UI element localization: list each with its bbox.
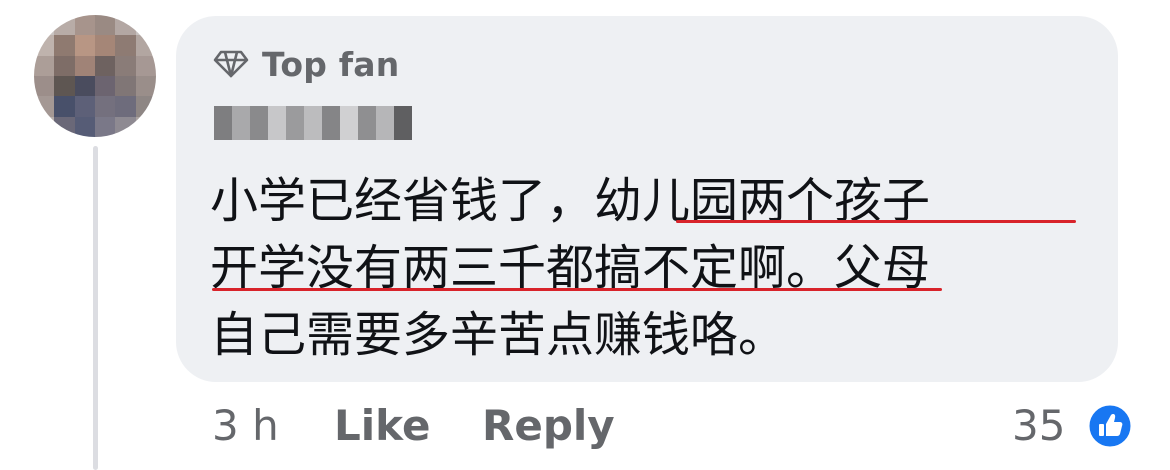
avatar-pixel bbox=[34, 55, 55, 76]
name-blur-block bbox=[304, 106, 322, 140]
red-underline-2 bbox=[212, 288, 942, 291]
avatar-pixel bbox=[74, 55, 95, 76]
avatar-pixel bbox=[135, 35, 156, 56]
name-blur-block bbox=[214, 106, 232, 140]
thumbs-up-icon[interactable] bbox=[1086, 402, 1134, 450]
name-blur-block bbox=[322, 106, 340, 140]
comment-line-3: 自己需要多辛苦点赚钱咯。 bbox=[210, 307, 787, 363]
name-blur-block bbox=[250, 106, 268, 140]
avatar-pixel bbox=[54, 15, 75, 36]
avatar-pixel bbox=[95, 116, 116, 137]
avatar-pixel bbox=[54, 116, 75, 137]
name-blur-block bbox=[358, 106, 376, 140]
avatar-pixel bbox=[95, 76, 116, 97]
avatar-pixel bbox=[54, 96, 75, 117]
avatar-pixel bbox=[34, 35, 55, 56]
avatar-pixel bbox=[74, 76, 95, 97]
name-blur-block bbox=[232, 106, 250, 140]
diamond-icon bbox=[213, 50, 249, 78]
avatar-pixel bbox=[74, 35, 95, 56]
avatar-pixel bbox=[135, 116, 156, 137]
name-blur-block bbox=[376, 106, 394, 140]
name-blur-block bbox=[286, 106, 304, 140]
commenter-name-blurred[interactable] bbox=[214, 100, 412, 140]
name-blur-block bbox=[394, 106, 412, 140]
avatar-pixel bbox=[34, 116, 55, 137]
comment-timestamp[interactable]: 3 h bbox=[212, 401, 279, 450]
avatar-pixel bbox=[115, 116, 136, 137]
avatar-pixel bbox=[34, 96, 55, 117]
avatar-pixel bbox=[115, 35, 136, 56]
name-blur-block bbox=[268, 106, 286, 140]
avatar-pixel bbox=[54, 55, 75, 76]
avatar-pixel bbox=[54, 76, 75, 97]
avatar-pixel bbox=[115, 55, 136, 76]
avatar-pixel bbox=[135, 96, 156, 117]
avatar-pixel bbox=[95, 15, 116, 36]
badge-label: Top fan bbox=[262, 44, 400, 84]
avatar-pixel bbox=[135, 76, 156, 97]
commenter-avatar[interactable] bbox=[34, 15, 156, 137]
avatar-pixel bbox=[135, 55, 156, 76]
avatar-pixel bbox=[95, 96, 116, 117]
avatar-pixel bbox=[95, 35, 116, 56]
avatar-pixel bbox=[115, 15, 136, 36]
avatar-pixel bbox=[54, 35, 75, 56]
avatar-pixel bbox=[115, 96, 136, 117]
avatar-pixel bbox=[115, 76, 136, 97]
top-fan-badge: Top fan bbox=[212, 44, 399, 84]
name-blur-block bbox=[340, 106, 358, 140]
avatar-pixel bbox=[34, 76, 55, 97]
avatar-pixel bbox=[95, 55, 116, 76]
avatar-pixel bbox=[74, 116, 95, 137]
comment-actions: 3 h Like Reply 35 bbox=[0, 397, 1170, 457]
avatar-pixel bbox=[74, 15, 95, 36]
red-underline-1 bbox=[676, 220, 1076, 223]
avatar-pixel bbox=[74, 96, 95, 117]
reply-button[interactable]: Reply bbox=[482, 401, 615, 450]
like-button[interactable]: Like bbox=[334, 401, 430, 450]
reaction-count[interactable]: 35 bbox=[1012, 401, 1065, 450]
avatar-pixel bbox=[34, 15, 55, 36]
avatar-pixel bbox=[135, 15, 156, 36]
